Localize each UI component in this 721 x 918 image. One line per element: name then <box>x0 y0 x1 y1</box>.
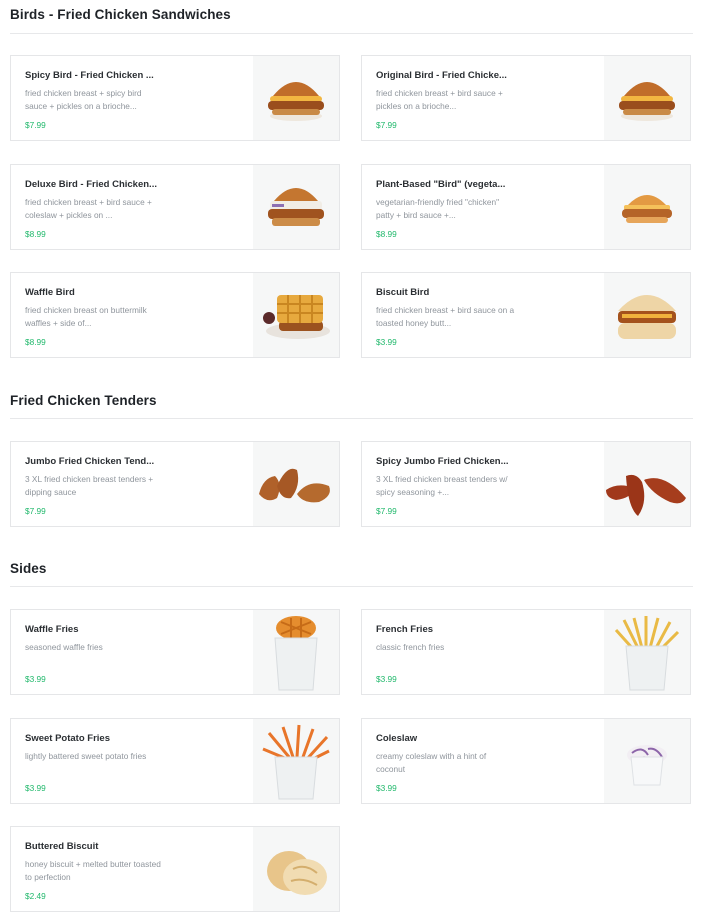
item-image <box>253 719 339 803</box>
item-image <box>604 610 690 694</box>
sandwich-icon <box>619 82 675 121</box>
section-tenders: Fried Chicken Tenders <box>10 393 693 419</box>
item-description: honey biscuit + melted butter toasted to… <box>25 859 161 882</box>
item-description: fried chicken breast on buttermilk waffl… <box>25 305 147 328</box>
item-price: $7.99 <box>25 506 46 516</box>
item-image <box>604 165 690 249</box>
item-name: Sweet Potato Fries <box>25 733 110 744</box>
item-name: Deluxe Bird - Fried Chicken... <box>25 179 157 190</box>
item-description: fried chicken breast + spicy bird sauce … <box>25 88 142 111</box>
section-birds: Birds - Fried Chicken Sandwiches <box>10 7 693 34</box>
biscuit-sandwich-icon <box>618 295 676 339</box>
item-name: Plant-Based "Bird" (vegeta... <box>376 179 506 190</box>
item-name: Waffle Bird <box>25 287 75 298</box>
sandwich-icon <box>268 188 324 226</box>
item-price: $3.99 <box>376 674 397 684</box>
tenders-icon <box>259 468 330 503</box>
biscuit-icon <box>267 851 327 895</box>
menu-item-card[interactable]: Coleslaw creamy coleslaw with a hint of … <box>361 718 691 804</box>
section-title: Sides <box>10 561 47 576</box>
item-image <box>604 273 690 357</box>
item-price: $8.99 <box>376 229 397 239</box>
menu-item-card[interactable]: Biscuit Bird fried chicken breast + bird… <box>361 272 691 358</box>
menu-item-card[interactable]: Deluxe Bird - Fried Chicken... fried chi… <box>10 164 340 250</box>
item-description: fried chicken breast + bird sauce + pick… <box>376 88 503 111</box>
item-image <box>604 56 690 140</box>
item-price: $8.99 <box>25 337 46 347</box>
item-description: vegetarian-friendly fried "chicken" patt… <box>376 197 500 220</box>
item-name: Buttered Biscuit <box>25 841 99 852</box>
menu-item-card[interactable]: French Fries classic french fries $3.99 <box>361 609 691 695</box>
item-price: $7.99 <box>25 120 46 130</box>
item-name: Spicy Bird - Fried Chicken ... <box>25 70 154 81</box>
item-image <box>253 165 339 249</box>
item-image <box>604 719 690 803</box>
item-price: $2.49 <box>25 891 46 901</box>
item-description: 3 XL fried chicken breast tenders w/ spi… <box>376 474 508 497</box>
section-divider <box>10 418 693 419</box>
item-name: Coleslaw <box>376 733 418 744</box>
item-name: Spicy Jumbo Fried Chicken... <box>376 456 509 467</box>
item-price: $3.99 <box>376 783 397 793</box>
section-divider <box>10 33 693 34</box>
waffle-icon <box>263 295 330 339</box>
menu-item-card[interactable]: Waffle Fries seasoned waffle fries $3.99 <box>10 609 340 695</box>
menu-item-card[interactable]: Spicy Bird - Fried Chicken ... fried chi… <box>10 55 340 141</box>
item-description: classic french fries <box>376 642 445 652</box>
section-sides: Sides <box>10 561 693 587</box>
sandwich-icon <box>622 195 672 223</box>
item-image <box>253 442 339 526</box>
menu-item-card[interactable]: Plant-Based "Bird" (vegeta... vegetarian… <box>361 164 691 250</box>
section-title: Fried Chicken Tenders <box>10 393 157 408</box>
sandwich-icon <box>268 82 324 121</box>
item-description: fried chicken breast + bird sauce on a t… <box>376 305 515 328</box>
menu-item-card[interactable]: Sweet Potato Fries lightly battered swee… <box>10 718 340 804</box>
item-price: $8.99 <box>25 229 46 239</box>
item-description: seasoned waffle fries <box>25 642 103 652</box>
item-price: $7.99 <box>376 120 397 130</box>
waffle-fries-icon <box>274 616 318 691</box>
menu-item-card[interactable]: Buttered Biscuit honey biscuit + melted … <box>10 826 340 912</box>
item-image <box>253 273 339 357</box>
menu-item-card[interactable]: Spicy Jumbo Fried Chicken... 3 XL fried … <box>361 441 691 527</box>
item-price: $7.99 <box>376 506 397 516</box>
menu-item-card[interactable]: Original Bird - Fried Chicke... fried ch… <box>361 55 691 141</box>
spicy-tenders-icon <box>606 474 686 516</box>
french-fries-icon <box>614 616 680 691</box>
item-name: Original Bird - Fried Chicke... <box>376 70 507 81</box>
section-title: Birds - Fried Chicken Sandwiches <box>10 7 231 22</box>
item-name: Jumbo Fried Chicken Tend... <box>25 456 155 467</box>
item-image <box>253 56 339 140</box>
sweet-potato-fries-icon <box>262 724 330 800</box>
item-image <box>604 442 690 526</box>
item-description: creamy coleslaw with a hint of coconut <box>376 751 487 774</box>
coleslaw-icon <box>627 745 667 786</box>
item-image <box>253 610 339 694</box>
section-divider <box>10 586 693 587</box>
item-description: fried chicken breast + bird sauce + cole… <box>25 197 152 220</box>
item-price: $3.99 <box>25 674 46 684</box>
item-name: French Fries <box>376 624 434 635</box>
menu-item-card[interactable]: Waffle Bird fried chicken breast on butt… <box>10 272 340 358</box>
item-price: $3.99 <box>376 337 397 347</box>
item-description: lightly battered sweet potato fries <box>25 751 147 761</box>
menu-item-card[interactable]: Jumbo Fried Chicken Tend... 3 XL fried c… <box>10 441 340 527</box>
item-image <box>253 827 339 911</box>
item-name: Biscuit Bird <box>376 287 430 298</box>
item-name: Waffle Fries <box>25 624 79 635</box>
item-description: 3 XL fried chicken breast tenders + dipp… <box>25 474 154 497</box>
item-price: $3.99 <box>25 783 46 793</box>
